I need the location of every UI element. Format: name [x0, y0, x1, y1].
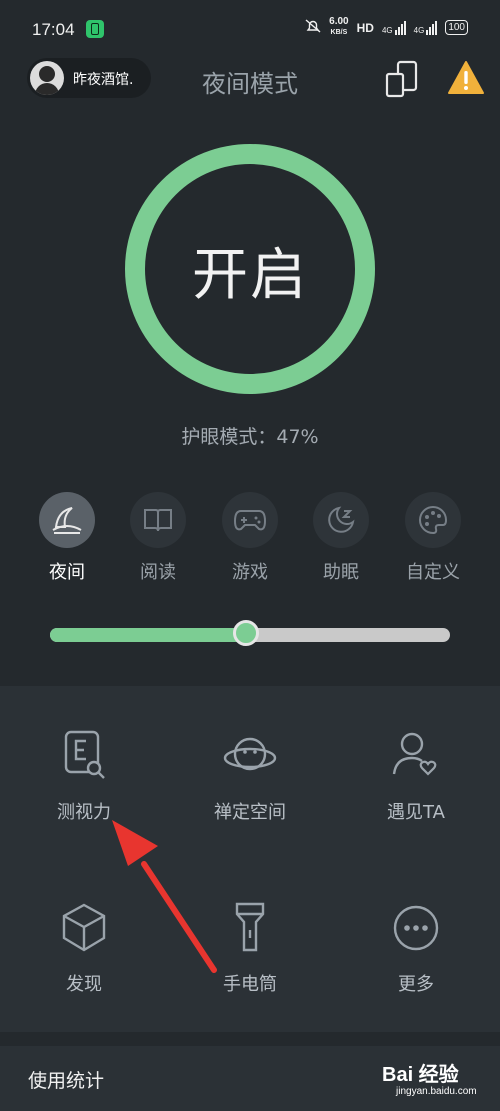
net-speed: 6.00 KB/S [329, 16, 349, 37]
page-title: 夜间模式 [202, 70, 298, 98]
brightness-slider[interactable] [50, 620, 450, 646]
device-switch-icon[interactable] [384, 60, 420, 98]
eye-test-icon [54, 726, 114, 786]
mode-night[interactable]: 夜间 [27, 492, 107, 584]
watermark-url: jingyan.baidu.com [396, 1086, 477, 1097]
tool-label: 遇见TA [387, 802, 445, 823]
toggle-status-label[interactable]: 开启 [124, 230, 376, 311]
mode-game[interactable]: 游戏 [210, 492, 290, 584]
status-bar: 17:04 6.00 KB/S HD 4G 4G 100 [0, 0, 500, 60]
tool-more[interactable]: 更多 [336, 898, 496, 996]
battery-icon: 100 [445, 20, 468, 35]
watermark-text: Bai 经验 [382, 1064, 459, 1086]
usage-stats-label: 使用统计 [28, 1070, 105, 1092]
sleep-moon-icon [313, 492, 369, 548]
tool-label: 更多 [398, 974, 434, 995]
annotation-arrow [100, 810, 230, 980]
slider-fill [50, 628, 246, 642]
mute-icon [305, 19, 321, 36]
mode-custom[interactable]: 自定义 [393, 492, 473, 584]
baidu-watermark: Bai 经验 jingyan.baidu.com [382, 1058, 482, 1102]
planet-icon [220, 726, 280, 786]
signal-icon-2: 4G [414, 20, 438, 35]
mode-label: 夜间 [49, 562, 85, 583]
mode-label: 助眠 [323, 562, 359, 583]
mode-label: 自定义 [406, 562, 460, 583]
mode-label: 游戏 [232, 562, 268, 583]
mode-reading[interactable]: 阅读 [118, 492, 198, 584]
mode-label: 阅读 [140, 562, 176, 583]
app-notification-icon [86, 20, 104, 38]
status-icons: 6.00 KB/S HD 4G 4G 100 [305, 17, 468, 38]
signal-icon-1: 4G [382, 20, 406, 35]
eye-protection-level: 护眼模式：47% [181, 426, 319, 448]
tool-meet-ta[interactable]: 遇见TA [336, 726, 496, 824]
palette-icon [405, 492, 461, 548]
more-icon [386, 898, 446, 958]
hd-icon: HD [356, 20, 374, 35]
book-icon [130, 492, 186, 548]
slider-thumb[interactable] [233, 620, 259, 646]
status-time: 17:04 [32, 20, 75, 39]
moon-icon [39, 492, 95, 548]
warning-icon[interactable] [447, 60, 485, 96]
tools-panel: 测视力 禅定空间 遇见TA 发现 手电筒 更多 [0, 686, 500, 1032]
person-heart-icon [386, 726, 446, 786]
mode-sleep[interactable]: 助眠 [301, 492, 381, 584]
gamepad-icon [222, 492, 278, 548]
